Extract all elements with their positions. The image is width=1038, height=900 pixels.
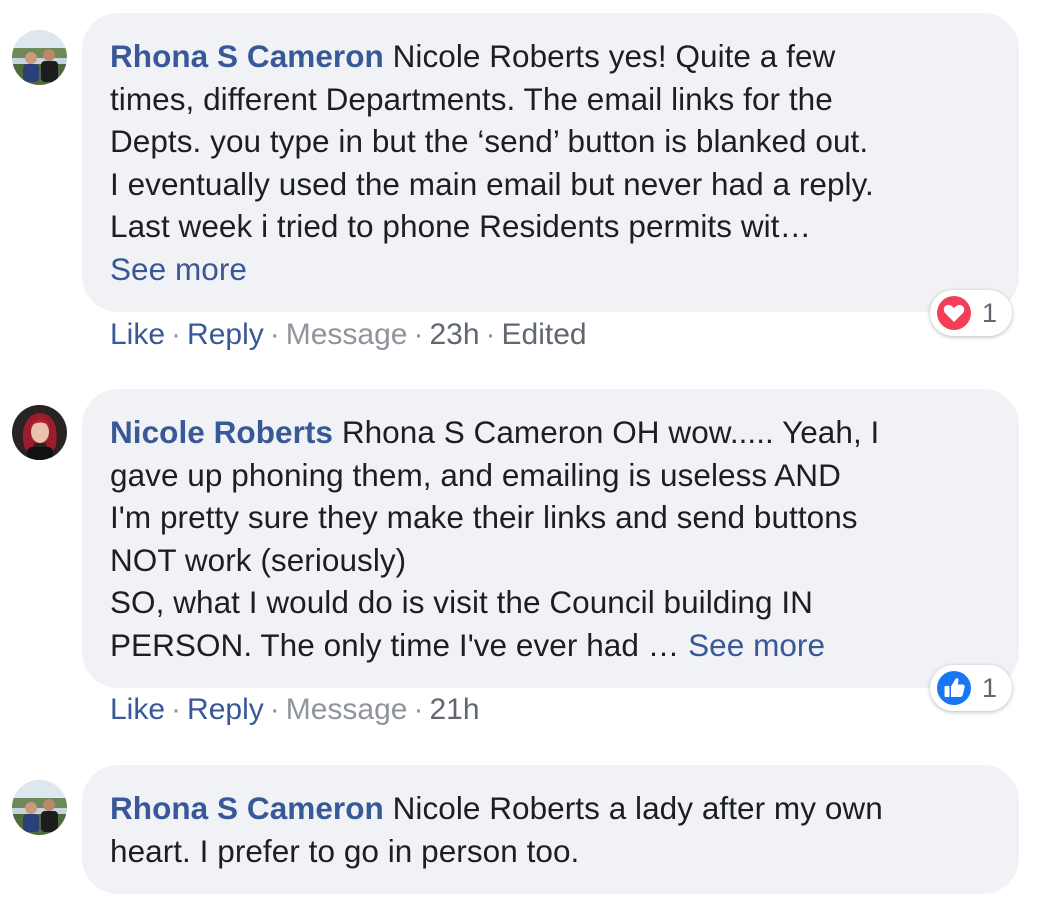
edited-label[interactable]: Edited	[502, 318, 587, 351]
avatar-rhona[interactable]	[12, 780, 67, 835]
comment-text-line: Depts. you type in but the ‘send’ button…	[110, 123, 869, 159]
separator: ·	[269, 693, 280, 726]
comment-text: PERSON. The only time I've ever had …	[110, 626, 689, 663]
comment-actions: Like · Reply · Message · 23h · Edited	[110, 317, 587, 353]
comment-text: Rhona S Cameron OH wow..... Yeah, I	[341, 414, 880, 450]
comment-author-link[interactable]: Rhona S Cameron	[110, 790, 384, 826]
avatar-nicole[interactable]	[12, 405, 67, 460]
message-button[interactable]: Message	[286, 693, 408, 726]
avatar-photo-icon	[12, 30, 67, 85]
comment-text-line: PERSON. The only time I've ever had … Se…	[110, 624, 993, 667]
timestamp[interactable]: 21h	[429, 693, 479, 726]
separator: ·	[171, 318, 182, 351]
comment-text: Nicole Roberts yes! Quite a few	[392, 38, 836, 74]
separator: ·	[269, 318, 280, 351]
comment-author-link[interactable]: Nicole Roberts	[110, 414, 333, 450]
comment-text-line: Last week i tried to phone Residents per…	[110, 208, 812, 244]
see-more-link[interactable]: See more	[688, 627, 825, 663]
like-button[interactable]: Like	[110, 693, 165, 726]
like-button[interactable]: Like	[110, 318, 165, 351]
comment-text-line: gave up phoning them, and emailing is us…	[110, 456, 841, 493]
reaction-badge[interactable]: 1	[930, 290, 1012, 336]
reaction-badge[interactable]: 1	[930, 665, 1012, 711]
avatar-rhona[interactable]	[12, 30, 67, 85]
avatar-photo-icon	[12, 405, 67, 460]
comment-text-line: Rhona S Cameron Nicole Roberts a lady af…	[110, 787, 993, 830]
comment-text-line: Nicole Roberts Rhona S Cameron OH wow...…	[110, 411, 993, 454]
separator: ·	[413, 693, 424, 726]
timestamp[interactable]: 23h	[429, 318, 479, 351]
comment-bubble: Rhona S Cameron Nicole Roberts yes! Quit…	[82, 13, 1019, 312]
reply-button[interactable]: Reply	[187, 318, 264, 351]
see-more-link[interactable]: See more	[110, 251, 247, 287]
reaction-count: 1	[982, 297, 998, 328]
reply-button[interactable]: Reply	[187, 693, 264, 726]
comment-author-link[interactable]: Rhona S Cameron	[110, 38, 384, 74]
comment-text-line: heart. I prefer to go in person too.	[110, 832, 580, 869]
comment-bubble: Rhona S Cameron Nicole Roberts a lady af…	[82, 765, 1019, 894]
like-reaction-icon	[935, 669, 973, 707]
comment-text-line: SO, what I would do is visit the Council…	[110, 584, 813, 620]
comment-text: Nicole Roberts a lady after my own	[392, 790, 883, 826]
message-button[interactable]: Message	[286, 318, 408, 351]
comment-text-line: Rhona S Cameron Nicole Roberts yes! Quit…	[110, 35, 993, 78]
heart-reaction-icon	[935, 294, 973, 332]
separator: ·	[413, 318, 424, 351]
avatar-photo-icon	[12, 780, 67, 835]
comment-text-line: I eventually used the main email but nev…	[110, 165, 874, 202]
comment-text-line: times, different Departments. The email …	[110, 80, 833, 117]
comment-text-line: I'm pretty sure they make their links an…	[110, 499, 858, 535]
separator: ·	[485, 318, 496, 351]
comment-actions: Like · Reply · Message · 21h	[110, 692, 480, 728]
comment-text-line: NOT work (seriously)	[110, 541, 407, 578]
separator: ·	[171, 693, 182, 726]
comment-bubble: Nicole Roberts Rhona S Cameron OH wow...…	[82, 389, 1019, 688]
reaction-count: 1	[982, 672, 998, 703]
